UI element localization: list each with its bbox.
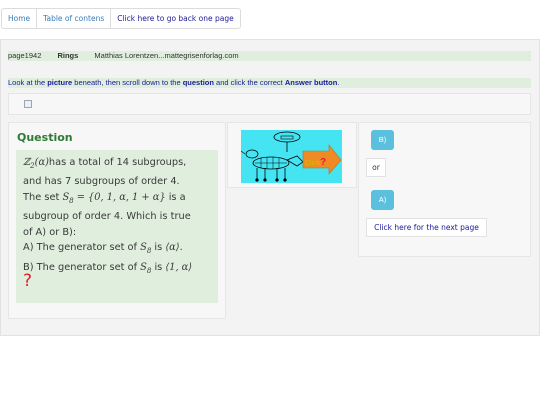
option-b-generator: ⟨1, α⟩ xyxy=(165,261,193,273)
click-image[interactable]: Click? xyxy=(241,130,342,183)
question-body: ℤ2(α)has a total of 14 subgroups, and ha… xyxy=(16,150,218,303)
question-text: is xyxy=(151,261,166,273)
question-mark-icon: ? xyxy=(23,271,33,291)
question-text: has a total of 14 subgroups, xyxy=(48,157,187,168)
click-label: Click? xyxy=(305,157,326,168)
instruction-answer-word: Answer button xyxy=(284,78,338,87)
set-symbol: S8 = {0, 1, α, 1 + α} xyxy=(62,191,166,205)
question-line-2: and has 7 subgroups of order 4. xyxy=(23,176,180,188)
ring-symbol: ℤ2(α) xyxy=(23,157,49,170)
option-a-generator: ⟨α⟩ xyxy=(165,242,180,254)
instruction-part: . xyxy=(337,78,340,87)
author-label: Matthias Lorentzen...mattegrisenforlag.c… xyxy=(94,51,239,60)
ring-argument: (α) xyxy=(34,157,49,168)
top-navigation: Home Table of contens Click here to go b… xyxy=(1,8,241,29)
question-title: Question xyxy=(17,131,73,144)
robot-drawing-icon xyxy=(241,131,342,182)
option-b-line: B) The generator set of S8 is ⟨1, α⟩ xyxy=(23,260,211,279)
question-text: is xyxy=(151,242,166,254)
instruction-text: Look at the picture beneath, then scroll… xyxy=(8,78,531,88)
set-symbol: S8 xyxy=(140,242,151,255)
question-line-1: ℤ2(α)has a total of 14 subgroups, xyxy=(23,155,211,174)
instruction-picture-word: picture xyxy=(47,78,73,87)
set-definition: = {0, 1, α, 1 + α} xyxy=(73,191,166,203)
instruction-part: Look at the xyxy=(8,78,48,87)
question-text: is a xyxy=(165,191,186,203)
option-b-text: B) The generator set of xyxy=(23,261,141,273)
page-number: page1942 xyxy=(8,51,42,60)
instruction-part: and click the correct xyxy=(213,78,285,87)
answer-b-button[interactable]: B) xyxy=(371,130,394,150)
picture-container xyxy=(8,93,531,115)
home-link[interactable]: Home xyxy=(2,9,38,28)
or-label: or xyxy=(366,158,386,177)
next-page-button[interactable]: Click here for the next page xyxy=(366,218,487,237)
set-symbol: S8 xyxy=(140,261,151,275)
back-one-page-link[interactable]: Click here to go back one page xyxy=(111,9,239,28)
subject-label: Rings xyxy=(57,51,79,60)
click-word: Click xyxy=(305,160,321,167)
option-a-text: A) The generator set of xyxy=(23,242,141,254)
question-text: . xyxy=(179,242,183,254)
broken-image-icon xyxy=(24,100,32,108)
click-question-mark: ? xyxy=(320,157,327,168)
table-of-contents-link[interactable]: Table of contens xyxy=(37,9,112,28)
set-letter: S xyxy=(140,261,147,273)
question-line-5: of A) or B): xyxy=(23,226,77,238)
question-line-4: subgroup of order 4. Which is true xyxy=(23,211,191,223)
page-info-bar: page1942 Rings Matthias Lorentzen...matt… xyxy=(8,51,531,61)
answer-a-button[interactable]: A) xyxy=(371,190,394,210)
question-text: The set xyxy=(23,191,63,203)
instruction-question-word: question xyxy=(182,78,214,87)
option-a-line: A) The generator set of S8 is ⟨α⟩. xyxy=(23,240,211,259)
set-letter: S xyxy=(140,242,147,254)
instruction-part: beneath, then scroll down to the xyxy=(72,78,183,87)
question-line-3: The set S8 = {0, 1, α, 1 + α} is a xyxy=(23,190,211,209)
